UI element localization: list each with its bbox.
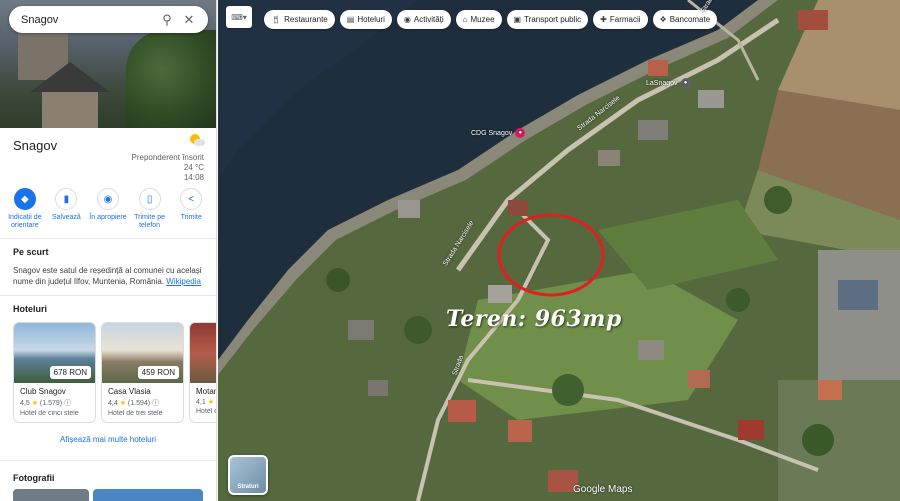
hotel-rating: 4,5 ★ (1.579) ⓘ bbox=[20, 400, 72, 407]
chip-atms[interactable]: ❖ Bancomate bbox=[652, 10, 718, 29]
photo-strip[interactable] bbox=[0, 489, 216, 501]
nearby-button[interactable]: ◉ În apropiere bbox=[88, 188, 128, 230]
hotel-card[interactable]: 678 RON Club Snagov 4,5 ★ (1.579) ⓘ Hote… bbox=[13, 322, 96, 423]
hotels-title: Hoteluri bbox=[13, 304, 48, 314]
save-label: Salvează bbox=[51, 214, 81, 221]
photos-title: Fotografii bbox=[13, 473, 55, 483]
nearby-label: În apropiere bbox=[89, 214, 127, 221]
photo-roof bbox=[30, 62, 110, 92]
search-box: ⚲ ✕ bbox=[9, 6, 208, 33]
hotel-card[interactable]: 459 RON Casa Vlasia 4,4 ★ (1.594) ⓘ Hote… bbox=[101, 322, 184, 423]
close-icon[interactable]: ✕ bbox=[178, 9, 200, 31]
overview-section: Pe scurt Snagov este satul de reședință … bbox=[0, 239, 216, 296]
share-label: Trimite bbox=[180, 214, 202, 221]
chip-restaurants[interactable]: 🍴︎ Restaurante bbox=[264, 10, 335, 29]
hotel-name: Casa Vlasia bbox=[108, 387, 151, 396]
camera-icon: ◉ bbox=[403, 15, 411, 24]
phone-icon: ▯ bbox=[138, 188, 161, 210]
wikipedia-link[interactable]: Wikipedia bbox=[166, 277, 201, 286]
bed-icon: ▤ bbox=[346, 15, 355, 24]
weather-condition: Preponderent însorit bbox=[131, 153, 205, 162]
hotel-photo: 459 RON bbox=[102, 323, 183, 383]
poi-cdg-snagov[interactable]: CDG Snagov ● bbox=[471, 128, 526, 138]
satellite-imagery bbox=[218, 0, 900, 501]
directions-icon: ◆ bbox=[13, 188, 36, 210]
photo-thumb bbox=[93, 489, 203, 501]
star-icon: ★ bbox=[31, 400, 38, 407]
chip-hotels[interactable]: ▤ Hoteluri bbox=[339, 10, 392, 29]
hotel-photo: 678 RON bbox=[14, 323, 95, 383]
layers-button[interactable]: Straturi bbox=[228, 455, 268, 495]
hotel-rating: 4,1 ★ bbox=[196, 399, 214, 406]
info-icon: ⓘ bbox=[152, 400, 160, 407]
search-input[interactable] bbox=[21, 13, 156, 26]
search-icon[interactable]: ⚲ bbox=[156, 9, 178, 31]
category-chips: 🍴︎ Restaurante ▤ Hoteluri ◉ Activități ⌂ Muz… bbox=[264, 10, 718, 29]
bookmark-icon: ▮ bbox=[55, 188, 78, 210]
hotel-price: 678 RON bbox=[49, 366, 91, 379]
share-icon: < bbox=[180, 188, 203, 210]
nearby-icon: ◉ bbox=[96, 188, 119, 210]
chip-activities[interactable]: ◉ Activități bbox=[396, 10, 451, 29]
hotel-carousel: 678 RON Club Snagov 4,5 ★ (1.579) ⓘ Hote… bbox=[13, 322, 217, 423]
weather-time: 14:08 bbox=[183, 173, 204, 182]
weather-widget: Preponderent însorit 24 °C 14:08 bbox=[132, 134, 205, 183]
photo-wall bbox=[42, 92, 98, 128]
place-header: Snagov Preponderent însorit 24 °C 14:08 bbox=[0, 128, 216, 182]
land-area-annotation: Teren: 963mp bbox=[446, 306, 622, 332]
chip-museums[interactable]: ⌂ Muzee bbox=[455, 10, 502, 29]
photo-trees bbox=[126, 30, 216, 128]
bus-icon: ▣ bbox=[513, 15, 522, 24]
save-button[interactable]: ▮ Salvează bbox=[46, 188, 86, 230]
hotel-name: Club Snagov bbox=[20, 387, 66, 396]
hotel-class: Hotel de trei stele bbox=[108, 410, 163, 417]
hotel-class: Hotel de cinci stele bbox=[20, 410, 79, 417]
send-to-phone-button[interactable]: ▯ Trimite pe telefon bbox=[130, 188, 170, 230]
hotel-card[interactable]: Motan 4,1 ★ Hotel de bbox=[189, 322, 217, 423]
share-button[interactable]: < Trimite bbox=[171, 188, 211, 230]
hotel-class: Hotel de bbox=[196, 408, 216, 415]
keyboard-shortcuts-button[interactable]: ⌨▾ bbox=[226, 6, 252, 28]
pharmacy-icon: ✚ bbox=[600, 15, 607, 24]
photo-thumb bbox=[13, 489, 89, 501]
hotel-name: Motan bbox=[196, 387, 217, 396]
more-hotels-link[interactable]: Afișează mai multe hoteluri bbox=[13, 423, 203, 452]
weather-temperature: 24 °C bbox=[183, 163, 204, 172]
hotel-photo bbox=[190, 323, 216, 383]
atm-icon: ❖ bbox=[659, 15, 667, 24]
hotel-rating: 4,4 ★ (1.594) ⓘ bbox=[108, 400, 160, 407]
place-photo[interactable]: ⚲ ✕ bbox=[0, 0, 216, 128]
overview-text: Snagov este satul de reședință al comune… bbox=[13, 265, 203, 287]
poi-pin-icon: ● bbox=[515, 128, 526, 138]
chip-transit[interactable]: ▣ Transport public bbox=[506, 10, 589, 29]
side-panel: ⚲ ✕ Snagov Preponderent însorit 24 °C 14… bbox=[0, 0, 217, 501]
send-to-phone-label: Trimite pe telefon bbox=[134, 214, 165, 229]
map-canvas[interactable]: ⌨▾ 🍴︎ Restaurante ▤ Hoteluri ◉ Activități ⌂… bbox=[218, 0, 900, 501]
star-icon: ★ bbox=[119, 400, 126, 407]
directions-label: Indicații de orientare bbox=[8, 214, 42, 229]
fork-knife-icon: 🍴︎ bbox=[271, 15, 282, 24]
info-icon: ⓘ bbox=[64, 400, 72, 407]
directions-button[interactable]: ◆ Indicații de orientare bbox=[5, 188, 45, 230]
google-maps-logo: Google Maps bbox=[573, 484, 633, 495]
chip-pharmacies[interactable]: ✚ Farmacii bbox=[593, 10, 648, 29]
hotels-section: Hoteluri 678 RON Club Snagov 4,5 ★ (1.57… bbox=[0, 296, 216, 461]
poi-lasnagov[interactable]: LaSnagov ● bbox=[646, 78, 691, 88]
museum-icon: ⌂ bbox=[462, 15, 468, 24]
partly-sunny-icon bbox=[188, 134, 205, 148]
hotel-price: 459 RON bbox=[137, 366, 179, 379]
poi-pin-icon: ● bbox=[680, 78, 691, 88]
action-bar: ◆ Indicații de orientare ▮ Salvează ◉ În… bbox=[0, 182, 216, 239]
star-icon: ★ bbox=[207, 399, 214, 406]
overview-title: Pe scurt bbox=[13, 247, 49, 257]
layers-label: Straturi bbox=[237, 484, 259, 490]
